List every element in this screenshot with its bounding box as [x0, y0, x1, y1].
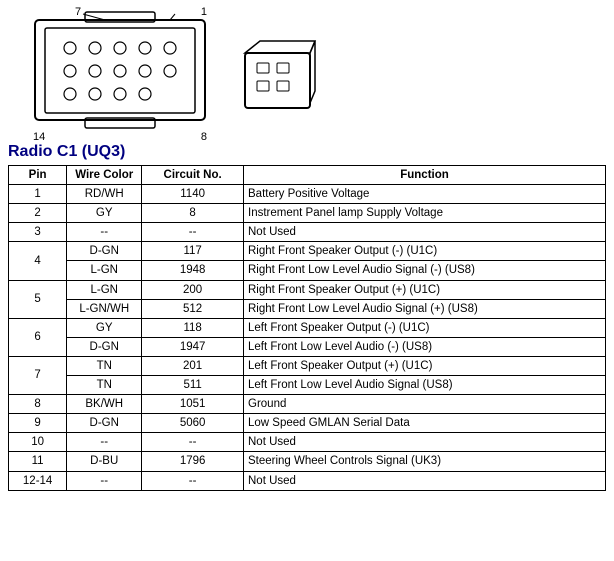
function-cell: Right Front Low Level Audio Signal (-) (…: [244, 261, 606, 280]
circuit-cell: 1948: [142, 261, 244, 280]
function-cell: Left Front Low Level Audio Signal (US8): [244, 376, 606, 395]
table-row: TN511Left Front Low Level Audio Signal (…: [9, 376, 606, 395]
circuit-cell: 5060: [142, 414, 244, 433]
wire-color-cell: GY: [67, 204, 142, 223]
pin-cell: 8: [9, 395, 67, 414]
wire-color-cell: D-BU: [67, 452, 142, 471]
pin-cell: 7: [9, 356, 67, 394]
circuit-cell: 117: [142, 242, 244, 261]
circuit-cell: 118: [142, 318, 244, 337]
function-cell: Right Front Speaker Output (-) (U1C): [244, 242, 606, 261]
label-8: 8: [201, 131, 207, 143]
wire-color-cell: L-GN: [67, 280, 142, 299]
small-connector-svg: [235, 33, 325, 123]
table-row: 12-14----Not Used: [9, 471, 606, 490]
circuit-cell: 201: [142, 356, 244, 375]
table-row: 2GY8Instrement Panel lamp Supply Voltage: [9, 204, 606, 223]
function-cell: Left Front Speaker Output (+) (U1C): [244, 356, 606, 375]
diagram-area: 7 1: [0, 0, 614, 141]
small-connector: [235, 33, 325, 126]
function-cell: Instrement Panel lamp Supply Voltage: [244, 204, 606, 223]
pin-cell: 3: [9, 223, 67, 242]
wire-color-cell: TN: [67, 376, 142, 395]
main-connector-svg: [15, 8, 215, 138]
function-cell: Steering Wheel Controls Signal (UK3): [244, 452, 606, 471]
pin-cell: 5: [9, 280, 67, 318]
wire-color-cell: L-GN: [67, 261, 142, 280]
circuit-cell: 511: [142, 376, 244, 395]
circuit-cell: 1947: [142, 337, 244, 356]
table-row: 7TN201Left Front Speaker Output (+) (U1C…: [9, 356, 606, 375]
label-14: 14: [33, 131, 45, 143]
wire-color-cell: TN: [67, 356, 142, 375]
table-row: D-GN1947Left Front Low Level Audio (-) (…: [9, 337, 606, 356]
circuit-cell: --: [142, 223, 244, 242]
circuit-cell: 8: [142, 204, 244, 223]
col-header-function: Function: [244, 166, 606, 185]
wire-color-cell: RD/WH: [67, 185, 142, 204]
circuit-cell: 200: [142, 280, 244, 299]
circuit-cell: 1140: [142, 185, 244, 204]
pin-cell: 9: [9, 414, 67, 433]
wire-color-cell: L-GN/WH: [67, 299, 142, 318]
function-cell: Ground: [244, 395, 606, 414]
table-row: 5L-GN200Right Front Speaker Output (+) (…: [9, 280, 606, 299]
table-row: 10----Not Used: [9, 433, 606, 452]
table-row: 8BK/WH1051Ground: [9, 395, 606, 414]
function-cell: Left Front Speaker Output (-) (U1C): [244, 318, 606, 337]
wire-color-cell: --: [67, 433, 142, 452]
table-title: Radio C1 (UQ3): [0, 141, 614, 165]
pin-cell: 11: [9, 452, 67, 471]
table-row: 4D-GN117Right Front Speaker Output (-) (…: [9, 242, 606, 261]
function-cell: Not Used: [244, 433, 606, 452]
label-1: 1: [201, 6, 207, 18]
circuit-cell: 1796: [142, 452, 244, 471]
circuit-cell: --: [142, 471, 244, 490]
wire-color-cell: --: [67, 223, 142, 242]
function-cell: Right Front Low Level Audio Signal (+) (…: [244, 299, 606, 318]
wire-color-cell: D-GN: [67, 337, 142, 356]
function-cell: Not Used: [244, 471, 606, 490]
label-7: 7: [75, 6, 81, 18]
table-row: 6GY118Left Front Speaker Output (-) (U1C…: [9, 318, 606, 337]
pin-cell: 10: [9, 433, 67, 452]
pin-cell: 2: [9, 204, 67, 223]
table-row: L-GN1948Right Front Low Level Audio Sign…: [9, 261, 606, 280]
pin-cell: 4: [9, 242, 67, 280]
wire-color-cell: D-GN: [67, 414, 142, 433]
wire-color-cell: GY: [67, 318, 142, 337]
table-row: 9D-GN5060Low Speed GMLAN Serial Data: [9, 414, 606, 433]
circuit-cell: 1051: [142, 395, 244, 414]
wire-color-cell: D-GN: [67, 242, 142, 261]
table-row: 11D-BU1796Steering Wheel Controls Signal…: [9, 452, 606, 471]
circuit-cell: --: [142, 433, 244, 452]
col-header-pin: Pin: [9, 166, 67, 185]
wire-color-cell: --: [67, 471, 142, 490]
table-row: 1RD/WH1140Battery Positive Voltage: [9, 185, 606, 204]
col-header-circuit: Circuit No.: [142, 166, 244, 185]
function-cell: Low Speed GMLAN Serial Data: [244, 414, 606, 433]
wiring-table: Pin Wire Color Circuit No. Function 1RD/…: [8, 165, 606, 491]
table-row: 3----Not Used: [9, 223, 606, 242]
function-cell: Not Used: [244, 223, 606, 242]
pin-cell: 1: [9, 185, 67, 204]
table-row: L-GN/WH512Right Front Low Level Audio Si…: [9, 299, 606, 318]
wire-color-cell: BK/WH: [67, 395, 142, 414]
function-cell: Battery Positive Voltage: [244, 185, 606, 204]
main-connector: 7 1: [15, 8, 215, 141]
pin-cell: 12-14: [9, 471, 67, 490]
function-cell: Left Front Low Level Audio (-) (US8): [244, 337, 606, 356]
col-header-wire: Wire Color: [67, 166, 142, 185]
function-cell: Right Front Speaker Output (+) (U1C): [244, 280, 606, 299]
circuit-cell: 512: [142, 299, 244, 318]
pin-cell: 6: [9, 318, 67, 356]
